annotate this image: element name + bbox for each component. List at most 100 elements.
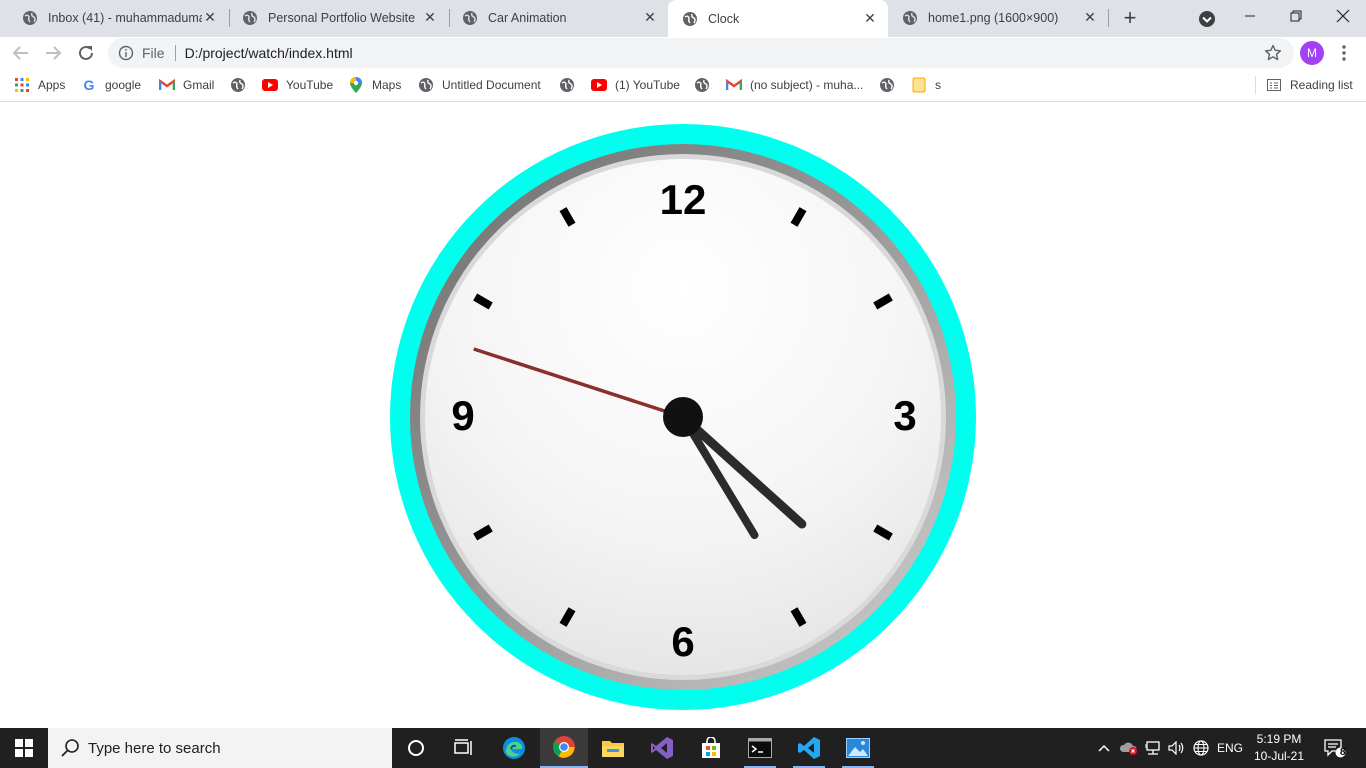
notification-count-badge: 8: [1340, 747, 1346, 758]
terminal-icon: [748, 738, 772, 758]
photos-taskbar-button[interactable]: [834, 728, 882, 768]
show-hidden-icons-button[interactable]: [1094, 728, 1114, 768]
tab-inbox[interactable]: Inbox (41) - muhammaduma… ✕: [8, 0, 228, 35]
bookmark-apps[interactable]: Apps: [14, 76, 65, 94]
bookmark-globe[interactable]: [694, 76, 718, 94]
bookmark-globe[interactable]: [879, 76, 903, 94]
numeral-3: 3: [893, 392, 916, 439]
bookmark-folder-s[interactable]: s: [911, 76, 941, 94]
bookmark-star-icon[interactable]: [1264, 44, 1282, 62]
bookmark-google[interactable]: G google: [81, 76, 142, 94]
restore-button[interactable]: [1278, 4, 1314, 28]
globe-icon: [463, 10, 477, 25]
terminal-taskbar-button[interactable]: [736, 728, 784, 768]
reading-list-button[interactable]: Reading list: [1266, 76, 1353, 94]
bookmark-no-subject[interactable]: (no subject) - muha...: [726, 76, 863, 94]
store-bag-icon: [702, 737, 720, 758]
minimize-button[interactable]: [1232, 4, 1268, 28]
maps-icon: [348, 77, 364, 93]
close-icon: [1336, 9, 1350, 23]
taskbar: Type here to search ENG 5:19 PM 10-Jul-2…: [0, 728, 1366, 768]
bookmark-untitled-document[interactable]: Untitled Document: [418, 76, 541, 94]
close-tab-icon[interactable]: ✕: [642, 9, 658, 26]
new-tab-button[interactable]: +: [1118, 5, 1142, 30]
action-center-button[interactable]: 8: [1318, 728, 1352, 768]
microsoft-store-button[interactable]: [687, 728, 735, 768]
numeral-12: 12: [660, 176, 707, 223]
reload-button[interactable]: [74, 41, 98, 65]
bookmark-label: Untitled Document: [442, 78, 541, 92]
tab-title: Inbox (41) - muhammaduma…: [48, 10, 202, 25]
taskbar-search-box[interactable]: Type here to search: [48, 728, 392, 768]
minimize-icon: [1245, 15, 1255, 17]
volume-tray-icon[interactable]: [1166, 728, 1188, 768]
google-icon: G: [83, 77, 95, 93]
gmail-icon: [726, 77, 742, 93]
bookmark-globe[interactable]: [230, 76, 254, 94]
vscode-icon: [798, 737, 820, 759]
tab-search-icon[interactable]: [1197, 9, 1217, 29]
bookmark-maps[interactable]: Maps: [348, 76, 401, 94]
globe-icon: [683, 11, 697, 26]
globe-icon: [559, 77, 575, 93]
bookmark-youtube[interactable]: YouTube: [262, 76, 333, 94]
file-explorer-button[interactable]: [589, 728, 637, 768]
visual-studio-button[interactable]: [638, 728, 686, 768]
gmail-icon: [159, 77, 175, 93]
tab-title: Personal Portfolio Website: [268, 10, 416, 25]
forward-button[interactable]: [41, 41, 65, 65]
numeral-9: 9: [451, 392, 474, 439]
close-tab-icon[interactable]: ✕: [1082, 9, 1098, 26]
close-tab-icon[interactable]: ✕: [862, 10, 878, 27]
tab-clock[interactable]: Clock ✕: [668, 0, 888, 37]
folder-icon: [911, 77, 927, 93]
ethernet-icon: [1145, 741, 1160, 755]
globe-icon: [230, 77, 246, 93]
globe-icon: [694, 77, 710, 93]
chrome-icon: [553, 736, 575, 758]
bookmark-globe[interactable]: [559, 76, 583, 94]
reading-list-icon: [1266, 77, 1282, 93]
bookmark-label: Apps: [38, 78, 66, 92]
close-window-button[interactable]: [1325, 4, 1361, 28]
reload-icon: [79, 45, 93, 60]
url-text[interactable]: D:/project/watch/index.html: [185, 45, 353, 61]
back-button[interactable]: [9, 41, 33, 65]
browser-menu-button[interactable]: [1334, 42, 1354, 64]
chrome-taskbar-button[interactable]: [540, 728, 588, 768]
onedrive-tray-icon[interactable]: [1118, 728, 1140, 768]
bookmark-gmail[interactable]: Gmail: [159, 76, 214, 94]
divider: [1255, 76, 1256, 94]
clock-center-cap: [663, 397, 703, 437]
scheme-label: File: [142, 45, 165, 61]
task-view-button[interactable]: [440, 728, 488, 768]
arrow-left-icon: [12, 46, 28, 60]
network-tray-icon[interactable]: [1142, 728, 1164, 768]
vscode-taskbar-button[interactable]: [785, 728, 833, 768]
profile-avatar[interactable]: M: [1300, 41, 1324, 65]
tab-car-animation[interactable]: Car Animation ✕: [448, 0, 668, 35]
youtube-icon: [591, 77, 607, 93]
edge-taskbar-button[interactable]: [490, 728, 538, 768]
cloud-error-icon: [1119, 742, 1137, 755]
tab-portfolio[interactable]: Personal Portfolio Website ✕: [228, 0, 448, 35]
bookmark-label: Gmail: [183, 78, 215, 92]
address-bar[interactable]: File D:/project/watch/index.html: [108, 38, 1294, 68]
search-icon: [61, 739, 79, 757]
cortana-button[interactable]: [392, 728, 440, 768]
internet-tray-icon[interactable]: [1190, 728, 1212, 768]
chevron-up-icon: [1098, 744, 1110, 752]
globe-icon: [243, 10, 257, 25]
info-icon[interactable]: [118, 45, 134, 61]
close-tab-icon[interactable]: ✕: [422, 9, 438, 26]
bookmark-youtube-1[interactable]: (1) YouTube: [591, 76, 680, 94]
folder-icon: [602, 741, 624, 757]
page-content: 12 3 6 9: [0, 103, 1366, 728]
tab-home1-png[interactable]: home1.png (1600×900) ✕: [888, 0, 1108, 35]
close-tab-icon[interactable]: ✕: [202, 9, 218, 26]
input-language-indicator[interactable]: ENG: [1214, 728, 1246, 768]
bookmarks-bar: Apps G google Gmail YouTube Maps Untitle…: [0, 69, 1366, 102]
speaker-icon: [1168, 741, 1184, 755]
start-button[interactable]: [0, 728, 48, 768]
taskbar-clock[interactable]: 5:19 PM 10-Jul-21: [1250, 731, 1308, 765]
